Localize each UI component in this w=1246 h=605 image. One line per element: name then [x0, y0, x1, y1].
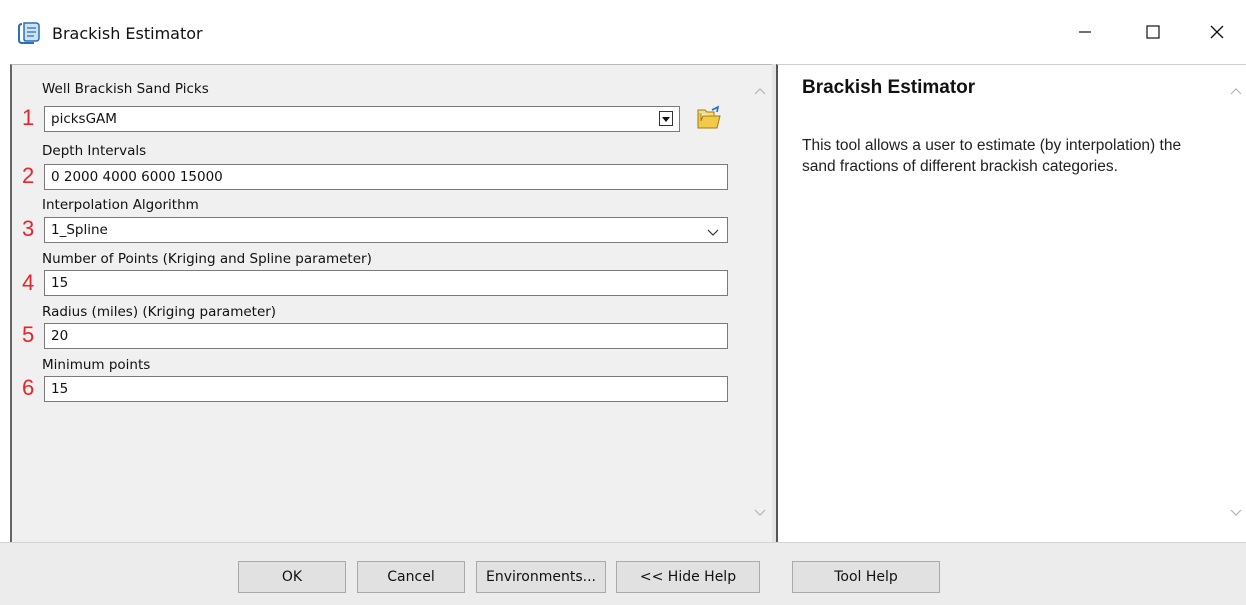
tool-help-button[interactable]: Tool Help: [792, 561, 940, 593]
ok-button[interactable]: OK: [238, 561, 346, 593]
field-label-minimum-points: Minimum points: [42, 357, 151, 373]
number-of-points-input[interactable]: 15: [44, 270, 728, 296]
scroll-up-icon[interactable]: [752, 83, 768, 99]
field-label-number-of-points: Number of Points (Kriging and Spline par…: [42, 251, 372, 267]
field-number-6: 6: [22, 375, 35, 400]
radius-input[interactable]: 20: [44, 323, 728, 349]
field-number-2: 2: [22, 163, 35, 188]
maximize-button[interactable]: [1130, 14, 1176, 50]
cancel-button[interactable]: Cancel: [357, 561, 465, 593]
close-button[interactable]: [1194, 14, 1240, 50]
field-label-depth-intervals: Depth Intervals: [42, 143, 147, 159]
minimize-icon: [1077, 24, 1093, 40]
help-scroll-down-icon[interactable]: [1228, 505, 1244, 521]
help-title: Brackish Estimator: [802, 77, 976, 98]
field-label-interpolation-algorithm: Interpolation Algorithm: [42, 197, 199, 213]
maximize-icon: [1145, 24, 1161, 40]
dialog-client-area: Well Brackish Sand Picks 1 picksGAM Dept…: [10, 64, 1246, 542]
well-brackish-sand-picks-value: picksGAM: [51, 111, 117, 127]
scroll-tool-icon: [16, 20, 42, 46]
minimum-points-input[interactable]: 15: [44, 376, 728, 402]
field-label-radius: Radius (miles) (Kriging parameter): [42, 304, 277, 320]
form-scrollbar[interactable]: [748, 65, 772, 541]
dialog-button-bar: OK Cancel Environments... << Hide Help T…: [0, 542, 1246, 605]
well-brackish-sand-picks-combo[interactable]: picksGAM: [44, 106, 680, 132]
minimize-button[interactable]: [1062, 14, 1108, 50]
depth-intervals-input[interactable]: 0 2000 4000 6000 15000: [44, 164, 728, 190]
close-icon: [1209, 24, 1225, 40]
field-label-well-brackish-sand-picks: Well Brackish Sand Picks: [42, 81, 209, 97]
field-number-4: 4: [22, 270, 35, 295]
interpolation-algorithm-value: 1_Spline: [51, 222, 108, 238]
field-number-5: 5: [22, 322, 35, 347]
environments-button[interactable]: Environments...: [476, 561, 606, 593]
help-pane: Brackish Estimator This tool allows a us…: [776, 64, 1246, 542]
help-scroll-up-icon[interactable]: [1228, 83, 1244, 99]
help-scrollbar[interactable]: [1226, 65, 1246, 541]
title-bar: Brackish Estimator: [0, 0, 1246, 64]
help-description: This tool allows a user to estimate (by …: [802, 137, 1182, 175]
combo-dropdown-button[interactable]: [659, 111, 673, 126]
browse-folder-button[interactable]: [694, 105, 724, 135]
hide-help-button[interactable]: << Hide Help: [616, 561, 760, 593]
caret-down-icon: [662, 107, 670, 131]
interpolation-algorithm-select[interactable]: 1_Spline: [44, 217, 728, 243]
chevron-down-icon: [707, 222, 719, 246]
field-number-1: 1: [22, 105, 35, 130]
parameter-form-pane: Well Brackish Sand Picks 1 picksGAM Dept…: [10, 64, 772, 542]
scroll-down-icon[interactable]: [752, 505, 768, 521]
window-title: Brackish Estimator: [52, 24, 203, 43]
open-folder-icon: [696, 105, 722, 135]
field-number-3: 3: [22, 216, 35, 241]
